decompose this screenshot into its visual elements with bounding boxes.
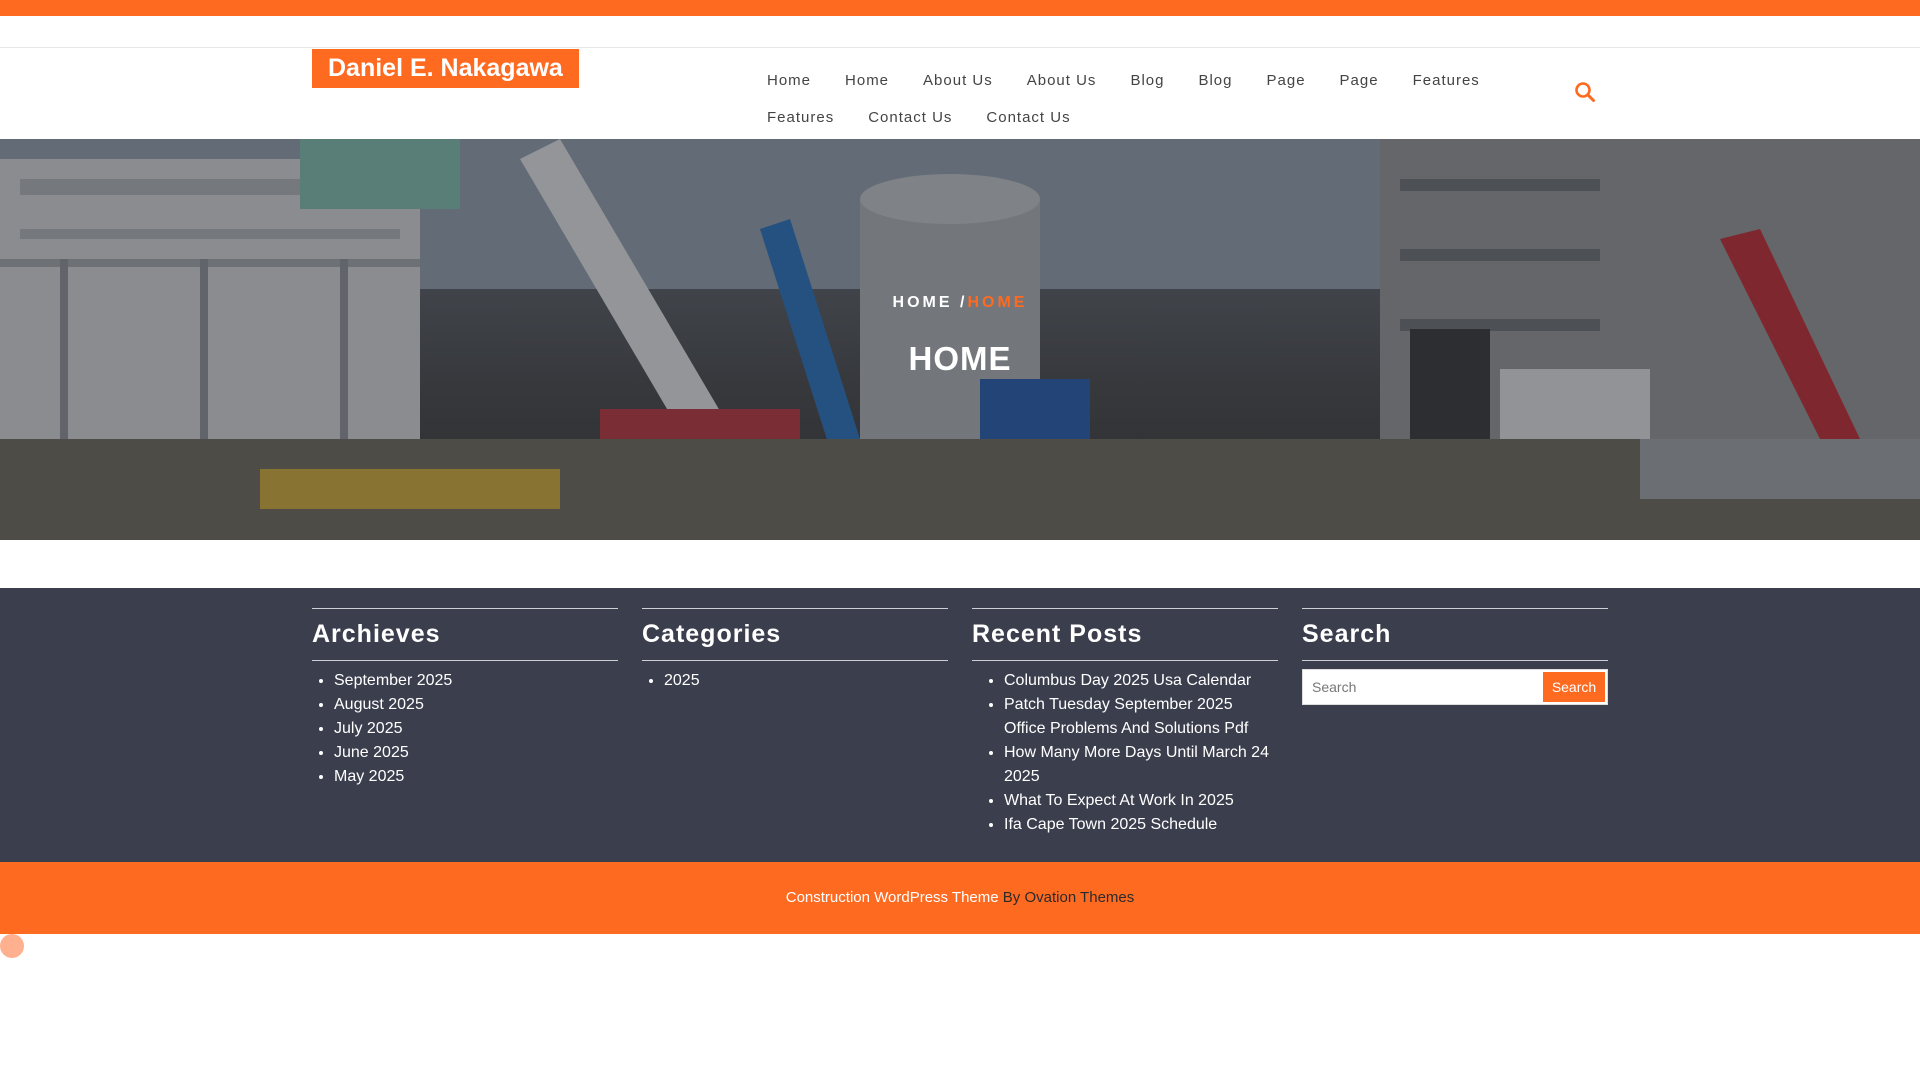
search-form: Search bbox=[1302, 669, 1608, 705]
categories-widget: Categories 2025 bbox=[642, 608, 948, 693]
nav-item-about-us[interactable]: About Us bbox=[1010, 72, 1114, 89]
footer-theme-link[interactable]: Construction WordPress Theme bbox=[786, 889, 999, 906]
search-icon[interactable] bbox=[1574, 81, 1596, 103]
nav-item-page[interactable]: Page bbox=[1323, 72, 1396, 89]
category-link[interactable]: 2025 bbox=[664, 669, 948, 693]
nav-row-1: Home Home About Us About Us Blog Blog Pa… bbox=[750, 62, 1490, 99]
widget-title: Archieves bbox=[312, 620, 441, 648]
recent-posts-widget: Recent Posts Columbus Day 2025 Usa Calen… bbox=[972, 608, 1278, 837]
recent-post-link[interactable]: Patch Tuesday September 2025 Office Prob… bbox=[1004, 693, 1278, 741]
footer-author: By Ovation Themes bbox=[1002, 889, 1135, 906]
recent-post-link[interactable]: How Many More Days Until March 24 2025 bbox=[1004, 741, 1278, 789]
site-footer: Construction WordPress Theme By Ovation … bbox=[0, 862, 1920, 934]
nav-item-blog[interactable]: Blog bbox=[1113, 72, 1181, 89]
search-input[interactable] bbox=[1303, 670, 1541, 704]
archives-widget: Archieves September 2025 August 2025 Jul… bbox=[312, 608, 618, 789]
widget-divider bbox=[642, 660, 948, 661]
footer-widgets: Archieves September 2025 August 2025 Jul… bbox=[0, 588, 1920, 862]
archives-list: September 2025 August 2025 July 2025 Jun… bbox=[312, 669, 618, 789]
nav-item-home[interactable]: Home bbox=[828, 72, 906, 89]
footer-credit: Construction WordPress Theme By Ovation … bbox=[0, 862, 1920, 934]
nav-item-features[interactable]: Features bbox=[750, 109, 851, 126]
search-widget: Search Search bbox=[1302, 608, 1608, 705]
nav-item-page[interactable]: Page bbox=[1250, 72, 1323, 89]
widget-divider bbox=[1302, 660, 1608, 661]
archive-link[interactable]: September 2025 bbox=[334, 669, 618, 693]
nav-item-contact-us[interactable]: Contact Us bbox=[851, 109, 969, 126]
widget-title: Recent Posts bbox=[972, 620, 1143, 648]
nav-item-features[interactable]: Features bbox=[1396, 72, 1497, 89]
widget-divider bbox=[312, 660, 618, 661]
categories-list: 2025 bbox=[642, 669, 948, 693]
recent-posts-list: Columbus Day 2025 Usa Calendar Patch Tue… bbox=[972, 669, 1278, 837]
widget-title: Categories bbox=[642, 620, 782, 648]
breadcrumb-home[interactable]: HOME bbox=[893, 294, 953, 311]
nav-item-about-us[interactable]: About Us bbox=[906, 72, 1010, 89]
recent-post-link[interactable]: What To Expect At Work In 2025 bbox=[1004, 789, 1278, 813]
archive-link[interactable]: July 2025 bbox=[334, 717, 618, 741]
breadcrumb-current: HOME bbox=[967, 294, 1028, 311]
breadcrumb: HOME /HOME bbox=[0, 294, 1920, 312]
archive-link[interactable]: May 2025 bbox=[334, 765, 618, 789]
widget-divider bbox=[972, 660, 1278, 661]
archive-link[interactable]: June 2025 bbox=[334, 741, 618, 765]
scroll-to-top-icon[interactable] bbox=[0, 934, 24, 958]
widget-title: Search bbox=[1302, 620, 1392, 648]
header-divider bbox=[0, 47, 1920, 48]
nav-item-blog[interactable]: Blog bbox=[1181, 72, 1249, 89]
archive-link[interactable]: August 2025 bbox=[334, 693, 618, 717]
main-navigation: Home Home About Us About Us Blog Blog Pa… bbox=[750, 62, 1490, 136]
page-title: HOME bbox=[908, 340, 1012, 377]
site-title[interactable]: Daniel E. Nakagawa bbox=[312, 49, 579, 88]
nav-item-contact-us[interactable]: Contact Us bbox=[969, 109, 1087, 126]
recent-post-link[interactable]: Columbus Day 2025 Usa Calendar bbox=[1004, 669, 1278, 693]
recent-post-link[interactable]: Ifa Cape Town 2025 Schedule bbox=[1004, 813, 1278, 837]
search-button[interactable]: Search bbox=[1542, 671, 1606, 703]
top-accent-bar bbox=[0, 0, 1920, 16]
nav-item-home[interactable]: Home bbox=[750, 72, 828, 89]
nav-row-2: Features Contact Us Contact Us bbox=[750, 99, 1490, 136]
